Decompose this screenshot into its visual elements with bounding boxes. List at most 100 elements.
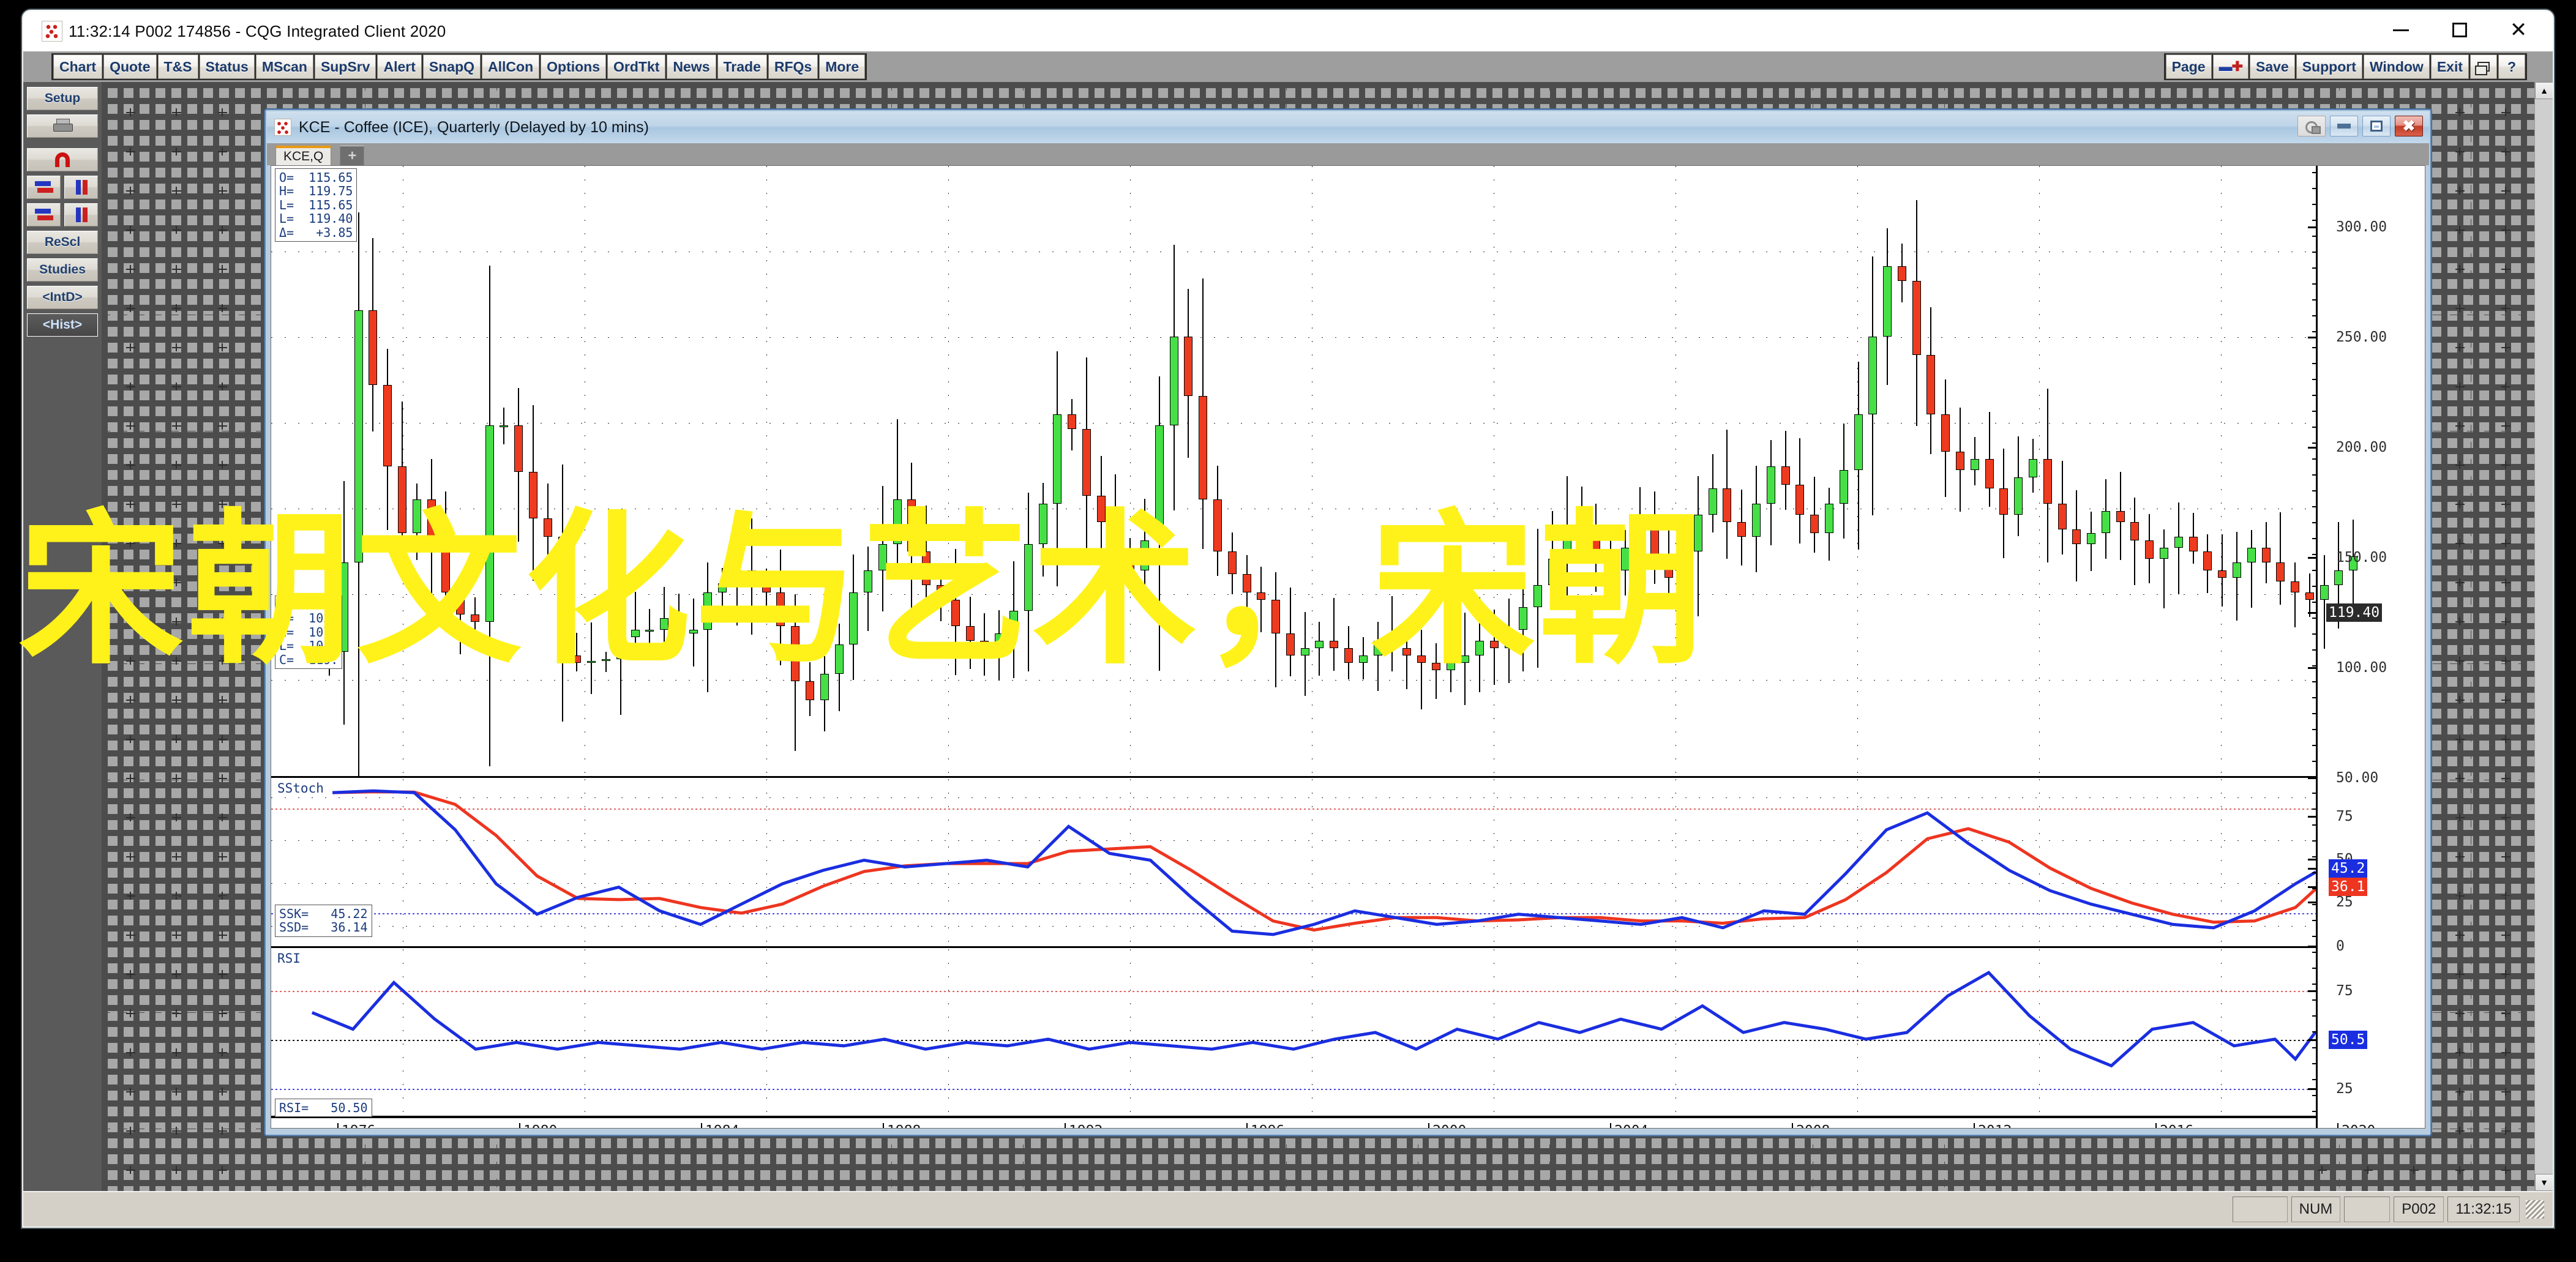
grid-marker (126, 813, 135, 822)
toolbar-mscan-button[interactable]: MScan (255, 54, 313, 79)
client-area: Setup ReScl Studies <IntD> <Hist> KCE - … (23, 82, 2553, 1191)
chart-restore-button[interactable] (2362, 116, 2391, 136)
toolbar-zoom-button[interactable]: ▬ ✚ (2212, 54, 2248, 79)
candle-wick (1289, 588, 1291, 676)
y-axis-tick (2308, 1039, 2318, 1041)
toolbar-help-button[interactable]: ? (2498, 54, 2525, 79)
restore-window-icon (2475, 62, 2490, 75)
y-axis-minor-tick (2312, 522, 2318, 523)
candlestick (995, 166, 1004, 778)
toolbar-save-button[interactable]: Save (2250, 54, 2295, 79)
candle-body (907, 499, 916, 552)
rail-print-button[interactable] (27, 114, 98, 138)
rsi-value-text: RSI= 50.50 (279, 1100, 368, 1115)
resize-grip[interactable] (2526, 1200, 2544, 1219)
grid-marker (2501, 1087, 2510, 1096)
rail-setup-button[interactable]: Setup (27, 87, 98, 110)
toolbar-alert-button[interactable]: Alert (377, 54, 422, 79)
y-axis-minor-tick (2312, 681, 2318, 682)
toolbar-snapq-button[interactable]: SnapQ (422, 54, 481, 79)
candle-body (937, 584, 945, 600)
candlestick (1781, 166, 1790, 778)
candle-body (2160, 548, 2168, 559)
rail-rescale-button[interactable]: ReScl (27, 231, 98, 254)
candle-body (1009, 611, 1018, 633)
candlestick (601, 166, 610, 778)
rail-studies-button[interactable]: Studies (27, 258, 98, 282)
magnet-icon (54, 152, 71, 167)
rsi-pane[interactable]: RSI RSI= 50.50 (271, 949, 2316, 1117)
toolbar-support-button[interactable]: Support (2296, 54, 2362, 79)
y-axis-minor-tick (2312, 490, 2318, 491)
rail-intraday-button[interactable]: <IntD> (27, 286, 98, 309)
rail-historical-button[interactable]: <Hist> (27, 313, 98, 337)
candle-body (965, 625, 975, 641)
toolbar-options-button[interactable]: Options (541, 54, 607, 79)
candlestick (1533, 166, 1543, 778)
grid-marker (2455, 695, 2465, 704)
toolbar-status-button[interactable]: Status (199, 54, 255, 79)
y-axis-tick (2308, 447, 2318, 449)
grid-marker (172, 1009, 181, 1018)
y-axis-tick (2308, 612, 2318, 614)
chart-close-button[interactable]: ✖ (2395, 116, 2423, 136)
grid-marker (2455, 147, 2465, 156)
toolbar-restore-window-button[interactable] (2470, 54, 2497, 79)
grid-marker (126, 304, 135, 313)
scroll-up-button[interactable]: ▲ (2535, 82, 2553, 99)
toolbar-trade-button[interactable]: Trade (717, 54, 767, 79)
rail-shift-vertical-button[interactable] (64, 176, 98, 199)
candlestick (878, 166, 887, 778)
toolbar-quote-button[interactable]: Quote (103, 54, 157, 79)
scroll-down-button[interactable]: ▼ (2535, 1174, 2553, 1191)
candle-body (1286, 633, 1295, 655)
chart-rollover-button[interactable] (2297, 116, 2326, 136)
toolbar-ordtkt-button[interactable]: OrdTkt (607, 54, 666, 79)
toolbar-window-button[interactable]: Window (2363, 54, 2430, 79)
client-vertical-scrollbar[interactable]: ▲ ▼ (2534, 82, 2553, 1191)
grid-marker (2501, 499, 2510, 509)
toolbar-page-button[interactable]: Page (2165, 54, 2212, 79)
candle-wick (1246, 555, 1248, 630)
y-axis-minor-tick (2312, 952, 2318, 953)
candlestick (1038, 166, 1047, 778)
toolbar-more-button[interactable]: More (819, 54, 866, 79)
y-axis-minor-tick (2312, 458, 2318, 460)
candlestick (2188, 166, 2198, 778)
toolbar-exit-button[interactable]: Exit (2430, 54, 2469, 79)
toolbar-ts-button[interactable]: T&S (157, 54, 198, 79)
candlestick (2305, 166, 2314, 778)
rail-magnet-button[interactable] (27, 148, 98, 171)
maximize-button[interactable] (2430, 11, 2489, 49)
grid-marker (126, 460, 135, 469)
grid-marker (218, 421, 227, 430)
candle-body (747, 570, 756, 585)
rail-expand-button[interactable] (64, 203, 98, 226)
minimize-button[interactable] (2372, 11, 2430, 49)
candle-body (470, 614, 479, 622)
grid-marker (2455, 499, 2465, 509)
candle-body (2043, 458, 2052, 504)
chart-tab-kce[interactable]: KCE,Q (275, 146, 332, 165)
chart-add-tab-button[interactable]: + (340, 146, 365, 165)
candle-body (703, 592, 713, 630)
candle-body (1431, 663, 1440, 671)
rail-collapse-button[interactable] (27, 203, 61, 226)
candlestick (1519, 166, 1528, 778)
candlestick (354, 166, 363, 778)
chart-canvas[interactable]: O= 115.65 H= 119.75 L= 115.65 L= 119.40 … (271, 165, 2425, 1129)
sstoch-pane[interactable]: SStoch SSK= 45.22 SSD= 36.14 (271, 779, 2316, 948)
candlestick (2130, 166, 2140, 778)
price-pane[interactable]: O= 115.65 H= 119.75 L= 115.65 L= 119.40 … (271, 166, 2358, 778)
toolbar-allcon-button[interactable]: AllCon (482, 54, 540, 79)
toolbar-rfqs-button[interactable]: RFQs (768, 54, 818, 79)
grid-marker (126, 695, 135, 704)
close-button[interactable]: ✕ (2489, 11, 2548, 49)
toolbar-supsrv-button[interactable]: SupSrv (314, 54, 376, 79)
rail-shift-horizontal-button[interactable] (27, 176, 61, 199)
toolbar-chart-button[interactable]: Chart (53, 54, 103, 79)
y-axis-minor-tick (2312, 665, 2318, 666)
toolbar-news-button[interactable]: News (667, 54, 716, 79)
y-axis-minor-tick (2312, 745, 2318, 746)
chart-minimize-button[interactable] (2330, 116, 2358, 136)
